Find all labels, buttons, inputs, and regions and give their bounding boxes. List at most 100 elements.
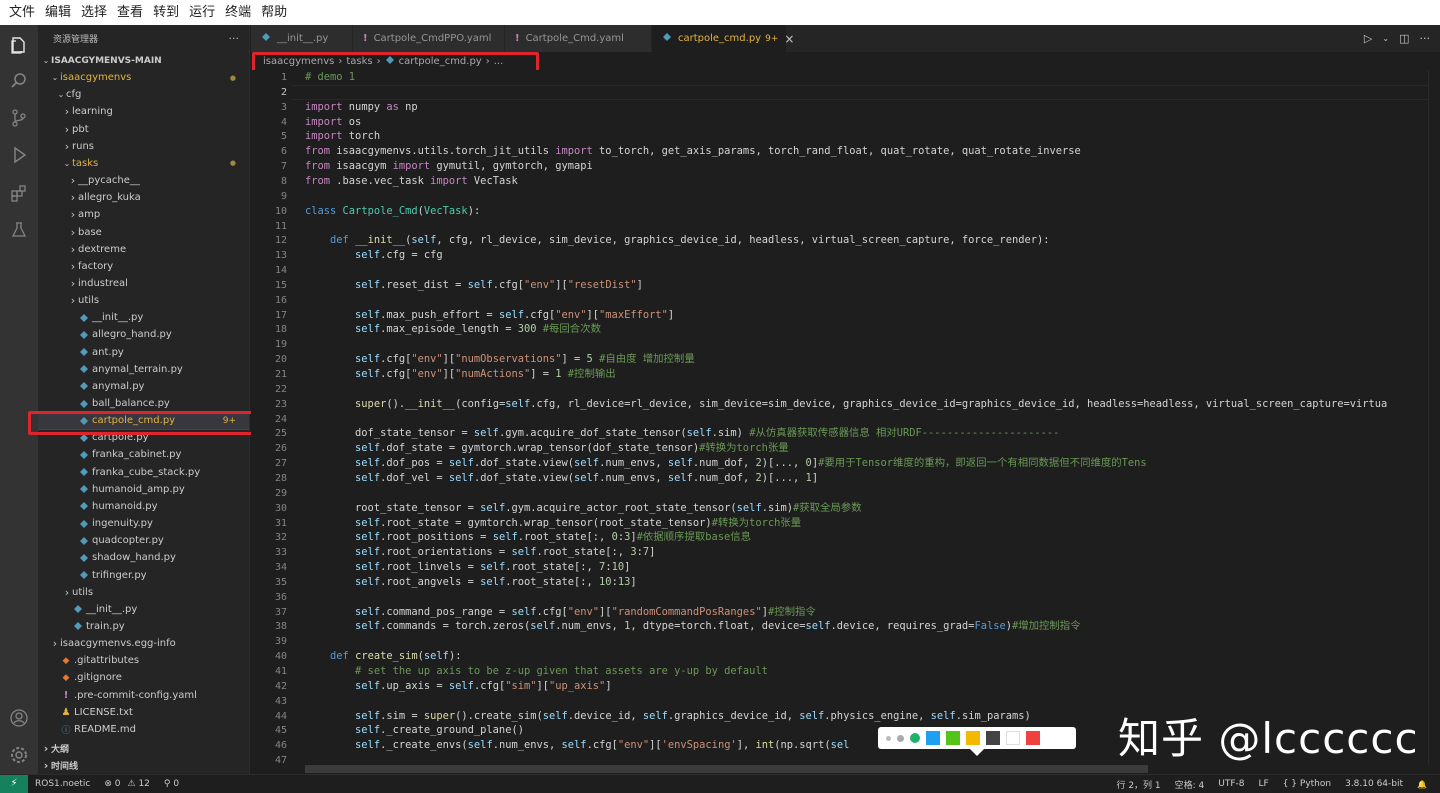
end-of-line[interactable]: LF <box>1252 779 1276 789</box>
tree-file[interactable]: quadcopter.py <box>38 532 249 549</box>
tree-file[interactable]: anymal_terrain.py <box>38 361 249 378</box>
menu-item[interactable]: 选择 <box>76 0 112 25</box>
tree-file[interactable]: franka_cube_stack.py <box>38 464 249 481</box>
tree-folder[interactable]: ⌄ cfg <box>38 86 249 103</box>
tree-file[interactable]: cartpole.py <box>38 429 249 446</box>
tree-file[interactable]: ingenuity.py <box>38 515 249 532</box>
files-icon[interactable] <box>0 27 38 63</box>
breadcrumb: isaacgymenvs › tasks › cartpole_cmd.py ›... <box>251 52 1440 70</box>
tree-file[interactable]: trifinger.py <box>38 567 249 584</box>
menu-item[interactable]: 运行 <box>184 0 220 25</box>
ros-status[interactable]: ROS1.noetic <box>28 779 97 789</box>
color-swatch[interactable] <box>986 731 1000 745</box>
tree-folder[interactable]: › amp <box>38 206 249 223</box>
menu-item[interactable]: 帮助 <box>256 0 292 25</box>
color-swatch[interactable] <box>966 731 980 745</box>
editor-tab[interactable]: cartpole_cmd.py 9+ × <box>652 25 794 52</box>
horizontal-scrollbar[interactable] <box>305 765 1148 773</box>
tree-folder[interactable]: › __pycache__ <box>38 172 249 189</box>
tree-folder[interactable]: ⌄ ISAACGYMENVS-MAIN <box>38 52 249 69</box>
remote-indicator-icon[interactable]: ⚡ <box>0 774 28 793</box>
source-control-icon[interactable] <box>0 100 38 136</box>
more-actions-icon[interactable]: ··· <box>1420 32 1431 45</box>
account-icon[interactable] <box>0 700 38 736</box>
tree-folder[interactable]: › base <box>38 224 249 241</box>
tree-item-label: LICENSE.txt <box>74 706 133 718</box>
breadcrumb-item[interactable]: isaacgymenvs <box>263 56 334 67</box>
run-debug-icon[interactable] <box>0 137 38 173</box>
indentation[interactable]: 空格: 4 <box>1168 778 1212 791</box>
menu-item[interactable]: 终端 <box>220 0 256 25</box>
tree-folder[interactable]: › industreal <box>38 275 249 292</box>
breadcrumb-item[interactable]: tasks <box>346 56 372 67</box>
tree-file[interactable]: allegro_hand.py <box>38 326 249 343</box>
notification-bell-icon[interactable]: 🔔 <box>1410 780 1434 789</box>
run-icon[interactable]: ▷ <box>1364 32 1372 45</box>
menu-item[interactable]: 查看 <box>112 0 148 25</box>
tree-folder[interactable]: › runs <box>38 138 249 155</box>
tree-file[interactable]: humanoid.py <box>38 498 249 515</box>
tree-folder[interactable]: › allegro_kuka <box>38 189 249 206</box>
vertical-scrollbar[interactable] <box>1428 70 1440 765</box>
tree-file[interactable]: ⓘ README.md <box>38 721 249 738</box>
breadcrumb-item[interactable]: cartpole_cmd.py <box>399 56 482 67</box>
chevron-down-icon[interactable]: ⌄ <box>1382 34 1389 43</box>
tree-file[interactable]: __init__.py <box>38 601 249 618</box>
code-token: .sim = <box>380 709 424 722</box>
menu-item[interactable]: 编辑 <box>40 0 76 25</box>
tree-folder[interactable]: › pbt <box>38 121 249 138</box>
tree-file[interactable]: ! .pre-commit-config.yaml <box>38 687 249 704</box>
tree-file[interactable]: shadow_hand.py <box>38 549 249 566</box>
split-editor-icon[interactable]: ◫ <box>1399 32 1409 45</box>
more-actions-icon[interactable]: ··· <box>229 32 240 45</box>
menu-item[interactable]: 转到 <box>148 0 184 25</box>
brush-size-dot[interactable] <box>910 733 920 743</box>
tree-folder[interactable]: › dextreme <box>38 241 249 258</box>
color-swatch[interactable] <box>1006 731 1020 745</box>
tree-file[interactable]: __init__.py <box>38 309 249 326</box>
tree-folder[interactable]: › factory <box>38 258 249 275</box>
tree-file[interactable]: ant.py <box>38 344 249 361</box>
tree-file[interactable]: ◆ .gitignore <box>38 669 249 686</box>
language-mode[interactable]: { } Python <box>1276 779 1338 789</box>
extensions-icon[interactable] <box>0 175 38 211</box>
brush-size-dot[interactable] <box>897 734 904 742</box>
code-token: .num_dof, <box>692 471 756 484</box>
tree-folder[interactable]: › utils <box>38 584 249 601</box>
python-interpreter[interactable]: 3.8.10 64-bit <box>1338 779 1410 789</box>
tree-file[interactable]: cartpole_cmd.py 9+ <box>38 411 249 431</box>
tree-folder[interactable]: ⌄ isaacgymenvs ● <box>38 69 249 86</box>
tree-folder[interactable]: › utils <box>38 292 249 309</box>
code-editor[interactable]: 1 # demo 1 2 3 import numpy as np 4 import os 5… <box>251 70 1440 765</box>
menu-item[interactable]: 文件 <box>4 0 40 25</box>
outline-section[interactable]: › 时间线 <box>38 757 249 774</box>
search-icon[interactable] <box>0 63 38 99</box>
encoding[interactable]: UTF-8 <box>1211 779 1251 789</box>
tree-file[interactable]: humanoid_amp.py <box>38 481 249 498</box>
tree-file[interactable]: ◆ .gitattributes <box>38 652 249 669</box>
brush-size-dot[interactable] <box>886 735 891 741</box>
tree-file[interactable]: franka_cabinet.py <box>38 446 249 463</box>
ports-count[interactable]: ⚲ 0 <box>157 779 186 789</box>
color-swatch[interactable] <box>926 731 940 745</box>
color-swatch[interactable] <box>1026 731 1040 745</box>
warnings-count[interactable]: ⚠ 12 <box>128 779 157 789</box>
editor-tab[interactable]: ! Cartpole_CmdPPO.yaml <box>353 25 505 52</box>
outline-section[interactable]: › 大纲 <box>38 740 249 757</box>
tree-file[interactable]: anymal.py <box>38 378 249 395</box>
tree-file[interactable]: train.py <box>38 618 249 635</box>
tree-folder[interactable]: ⌄ tasks ● <box>38 155 249 172</box>
tree-folder[interactable]: › isaacgymenvs.egg-info <box>38 635 249 652</box>
editor-tab[interactable]: __init__.py <box>251 25 353 52</box>
close-icon[interactable]: × <box>784 32 794 46</box>
tree-folder[interactable]: › learning <box>38 103 249 120</box>
tree-file[interactable]: ball_balance.py <box>38 395 249 412</box>
tree-file[interactable]: ♟ LICENSE.txt <box>38 704 249 721</box>
errors-count[interactable]: ⊗ 0 <box>97 779 127 789</box>
cursor-position[interactable]: 行 2，列 1 <box>1109 778 1167 791</box>
testing-icon[interactable] <box>0 212 38 248</box>
settings-gear-icon[interactable] <box>0 737 38 773</box>
breadcrumb-item[interactable]: ... <box>494 56 504 67</box>
editor-tab[interactable]: ! Cartpole_Cmd.yaml <box>505 25 652 52</box>
color-swatch[interactable] <box>946 731 960 745</box>
